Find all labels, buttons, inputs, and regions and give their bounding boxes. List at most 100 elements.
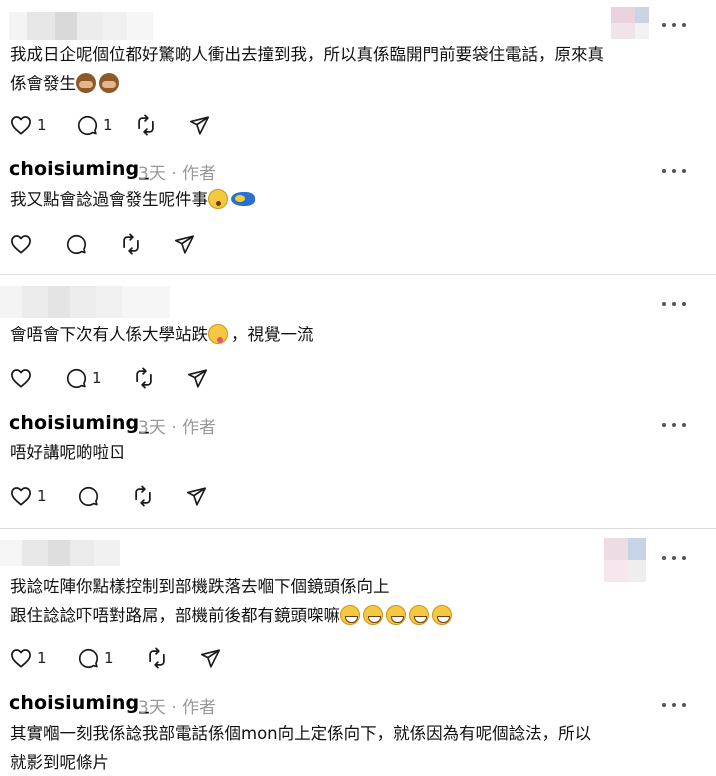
speech-bubble-icon [78,486,99,506]
see-no-evil-monkey-emoji [76,73,96,93]
comment-text-line-2: 跟住諗諗吓唔對路屌，部機前後都有鏡頭㗎嘛 [10,606,340,625]
repost-arrows-icon [138,114,154,136]
comment-text-body: 唔好講呢啲啦 [10,443,109,462]
more-options-button[interactable] [662,418,686,432]
comment-text: 我成日企呢個位都好驚啲人衝出去撞到我，所以真係臨開門前要袋住電話，原來真 係會發… [10,40,604,98]
username[interactable]: choisiuming_ [9,158,149,180]
heart-icon [11,649,31,668]
heart-icon [11,116,31,135]
comment-text-line: 我成日企呢個位都好驚啲人衝出去撞到我，所以真係臨開門前要袋住電話，原來真 [10,45,604,64]
comment-text: 其實嗰一刻我係諗我部電話係個mon向上定係向下，就係因為有呢個諗法，所以 就影到… [10,719,591,776]
like-button[interactable] [10,366,66,390]
timestamp: 3天 [138,164,166,184]
heart-icon [11,235,31,254]
comment-text-line: 我諗咗陣你點樣控制到部機跌落去嗰下個鏡頭係向上 [10,577,390,596]
send-icon [189,115,210,135]
blurred-avatar [611,7,649,39]
more-options-button[interactable] [662,551,686,565]
blurred-avatar [604,538,646,582]
repost-arrows-icon [136,367,152,389]
more-options-button[interactable] [662,698,686,712]
author-tag: · 作者 [171,164,217,184]
fish-emoji [231,192,255,206]
more-options-button[interactable] [662,164,686,178]
blurred-username [0,540,120,566]
repost-arrows-icon [123,233,139,255]
like-button[interactable] [10,232,66,256]
reply-button[interactable] [66,232,120,256]
send-icon [200,648,221,668]
comment-text-body: 我又點會諗過會發生呢件事 [10,190,208,209]
reply-button[interactable] [78,484,132,508]
grinning-sweat-emoji [340,605,360,625]
action-bar: 1 [10,366,208,390]
see-no-evil-monkey-emoji [99,73,119,93]
more-options-button[interactable] [662,297,686,311]
action-bar: 1 1 [10,646,221,670]
comment-text-line: 其實嗰一刻我係諗我部電話係個mon向上定係向下，就係因為有呢個諗法，所以 [10,724,592,743]
username[interactable]: choisiuming_ [9,692,149,714]
like-button[interactable]: 1 [10,484,78,508]
speech-bubble-icon [66,368,87,388]
grinning-sweat-emoji [363,605,383,625]
comment-text-line: 就影到呢條片 [10,753,109,772]
grinning-sweat-emoji [409,605,429,625]
share-button[interactable] [189,113,210,137]
comment-text-line: 係會發生 [10,69,604,98]
flushed-face-emoji [208,189,228,209]
speech-bubble-icon [78,648,99,668]
tongue-face-emoji [208,324,228,344]
reply-count: 1 [92,369,102,387]
comment-text: 唔好講呢啲啦ㄖ [10,438,126,467]
speech-bubble-icon [66,234,87,254]
reply-button[interactable]: 1 [66,366,133,390]
timestamp: 3天 [138,698,166,718]
blurred-username [9,12,153,40]
action-bar [10,232,195,256]
share-button[interactable] [187,366,208,390]
repost-button[interactable] [135,113,189,137]
share-button[interactable] [200,646,221,670]
repost-arrows-icon [149,647,165,669]
like-count: 1 [37,487,47,505]
action-bar: 1 [10,484,207,508]
like-button[interactable]: 1 [10,646,78,670]
reply-count: 1 [103,116,113,134]
comment-text: 會唔會下次有人係大學站跌 ，視覺一流 [10,320,314,349]
blurred-username [0,286,170,318]
reply-count: 1 [104,649,114,667]
repost-button[interactable] [120,232,174,256]
grinning-sweat-emoji [432,605,452,625]
comment-text-line: 跟住諗諗吓唔對路屌，部機前後都有鏡頭㗎嘛 [10,601,455,630]
heart-icon [11,487,31,506]
username[interactable]: choisiuming_ [9,412,149,434]
reply-button[interactable]: 1 [77,113,135,137]
send-icon [174,234,195,254]
author-tag: · 作者 [171,698,217,718]
heart-icon [11,369,31,388]
comment-text-line-2: 係會發生 [10,74,76,93]
repost-button[interactable] [146,646,200,670]
like-count: 1 [37,116,47,134]
more-options-button[interactable] [662,18,686,32]
like-button[interactable]: 1 [10,113,55,137]
send-icon [187,368,208,388]
reply-button[interactable]: 1 [78,646,146,670]
grinning-sweat-emoji [386,605,406,625]
repost-button[interactable] [132,484,186,508]
comment-text-body: 會唔會下次有人係大學站跌 [10,325,208,344]
speech-bubble-icon [77,115,98,135]
author-tag: · 作者 [171,418,217,438]
share-button[interactable] [186,484,207,508]
thread-divider [0,528,716,529]
comment-text: 我又點會諗過會發生呢件事 [10,185,258,214]
comment-meta: 3天 · 作者 [138,413,216,438]
send-icon [186,486,207,506]
repost-button[interactable] [133,366,187,390]
timestamp: 3天 [138,418,166,438]
repost-arrows-icon [135,485,151,507]
comment-meta: 3天 · 作者 [138,159,216,184]
comment-text: 我諗咗陣你點樣控制到部機跌落去嗰下個鏡頭係向上 跟住諗諗吓唔對路屌，部機前後都有… [10,572,455,630]
thread-divider [0,274,716,275]
share-button[interactable] [174,232,195,256]
